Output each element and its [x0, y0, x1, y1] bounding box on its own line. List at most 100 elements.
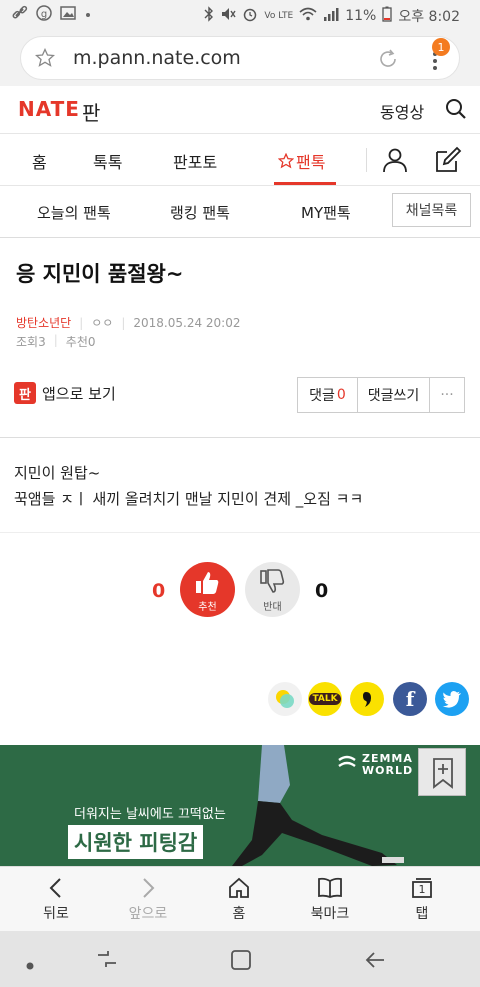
upvote-button[interactable]: 추천: [180, 562, 235, 617]
meta-divider: |: [53, 333, 58, 347]
search-icon[interactable]: [445, 98, 467, 124]
browser-toolbar: 뒤로 앞으로 홈 북마크 1 탭: [0, 866, 480, 931]
comment-button-group: 댓글 0 댓글쓰기 ···: [297, 377, 465, 413]
status-bar: g Vo LTE 11% 오후 8:02: [0, 0, 480, 30]
subtab-ranking[interactable]: 랭킹 팬톡: [170, 202, 230, 223]
menu-button[interactable]: 1: [428, 38, 450, 76]
views-stat: 조회3: [16, 333, 46, 350]
clock: 오후 8:02: [398, 9, 460, 25]
tab-home[interactable]: 홈: [32, 149, 47, 173]
address-field[interactable]: m.pann.nate.com: [20, 36, 460, 80]
forward-button[interactable]: 앞으로: [108, 867, 188, 932]
thumbs-up-icon: [196, 572, 219, 594]
status-right: Vo LTE 11% 오후 8:02: [204, 6, 460, 26]
nav-divider: [366, 148, 367, 172]
more-button[interactable]: ···: [430, 378, 464, 412]
signal-icon: [323, 6, 339, 26]
main-nav: 홈 톡톡 판포토 팬톡: [0, 134, 480, 186]
bookmarks-button[interactable]: 북마크: [290, 867, 370, 932]
notification-dot-icon: [84, 5, 92, 25]
banner-headline: 시원한 피팅감: [68, 825, 204, 859]
write-comment-button[interactable]: 댓글쓰기: [358, 378, 430, 412]
bluetooth-icon: [204, 6, 214, 26]
volte-label: Vo LTE: [264, 11, 294, 21]
bookmark-add-icon[interactable]: [418, 748, 466, 796]
battery-percent: 11%: [345, 8, 377, 24]
downvote-button[interactable]: 반대: [245, 562, 300, 617]
banner-subtitle: 더워지는 날씨에도 끄떡없는: [74, 807, 226, 822]
brand-line: WORLD: [362, 764, 414, 777]
subtab-today[interactable]: 오늘의 팬톡: [37, 202, 111, 223]
star-outline-icon: [278, 153, 294, 169]
link-icon: [12, 5, 28, 25]
post-category[interactable]: 방탄소년단: [16, 314, 71, 331]
meta-divider: |: [121, 315, 126, 330]
kakaotalk-share-icon[interactable]: TALK: [308, 682, 342, 716]
pann-app-icon: 판: [14, 382, 36, 404]
subtab-my[interactable]: MY팬톡: [301, 202, 351, 223]
tab-panphoto[interactable]: 판포토: [173, 149, 217, 173]
app-view-link[interactable]: 판 앱으로 보기: [14, 382, 116, 404]
recent-apps-icon[interactable]: [96, 949, 118, 973]
banner-brand: ZEMMA WORLD: [362, 753, 413, 777]
views-label: 조회: [16, 335, 39, 349]
ad-banner[interactable]: ZEMMA WORLD 더워지는 날씨에도 끄떡없는 시원한 피팅감: [0, 745, 480, 866]
home-icon: [229, 877, 249, 898]
channel-list-button[interactable]: 채널목록: [392, 193, 471, 227]
browser-url-bar: m.pann.nate.com 1: [0, 30, 480, 86]
wifi-icon: [299, 6, 317, 26]
g-app-icon: g: [36, 5, 52, 25]
facebook-label: f: [405, 687, 415, 711]
pann-logo[interactable]: 판: [82, 97, 100, 126]
post-stats: 조회3 | 추천0: [16, 333, 96, 350]
divider: [0, 437, 480, 438]
comments-count: 0: [336, 387, 346, 403]
dot-icon[interactable]: [26, 955, 34, 974]
sub-nav: 오늘의 팬톡 랭킹 팬톡 MY팬톡 채널목록: [0, 186, 480, 238]
write-icon[interactable]: [434, 146, 462, 178]
refresh-icon[interactable]: [377, 48, 399, 74]
upvote-count: 0: [152, 580, 166, 602]
kakaotalk-label: TALK: [309, 693, 341, 705]
views-count: 3: [38, 335, 46, 349]
star-icon[interactable]: [34, 47, 56, 72]
menu-badge: 1: [432, 38, 450, 56]
post-meta: 방탄소년단 | ㅇㅇ | 2018.05.24 20:02: [16, 314, 241, 331]
url-text[interactable]: m.pann.nate.com: [73, 47, 241, 69]
home-label: 홈: [232, 905, 246, 922]
video-link[interactable]: 동영상: [380, 99, 424, 123]
tab-toktok[interactable]: 톡톡: [93, 149, 122, 173]
user-icon[interactable]: [382, 147, 408, 177]
post-date: 2018.05.24 20:02: [133, 315, 241, 330]
upvote-label: 추천: [198, 602, 217, 613]
kakaostory-share-icon[interactable]: [268, 682, 302, 716]
home-nav-icon[interactable]: [230, 949, 252, 975]
twitter-share-icon[interactable]: [435, 682, 469, 716]
post-content: 지민이 원탑~ 꾹앰들 ㅈㅣ 새끼 올려치기 맨날 지민이 견제 _오짐 ㅋㅋ: [14, 460, 363, 512]
facebook-share-icon[interactable]: f: [393, 682, 427, 716]
tab-fantalk[interactable]: 팬톡: [278, 149, 325, 173]
divider: [0, 532, 480, 533]
tabs-label: 탭: [415, 905, 429, 922]
content-line: 지민이 원탑~: [14, 464, 101, 482]
comments-button[interactable]: 댓글 0: [298, 378, 358, 412]
comments-label: 댓글: [309, 388, 335, 404]
downvote-count: 0: [315, 580, 329, 602]
back-nav-icon[interactable]: [364, 949, 388, 975]
status-left-icons: g: [12, 5, 92, 25]
home-button[interactable]: 홈: [199, 867, 279, 932]
chevron-right-icon: [143, 877, 155, 898]
nate-logo[interactable]: NATE: [18, 97, 80, 121]
band-share-icon[interactable]: [350, 682, 384, 716]
battery-icon: [382, 6, 392, 26]
thumbs-down-icon: [260, 569, 285, 593]
recommend-count: 0: [87, 335, 96, 349]
tabs-icon: 1: [410, 877, 434, 899]
app-view-label: 앱으로 보기: [42, 384, 116, 403]
back-button[interactable]: 뒤로: [16, 867, 96, 932]
back-label: 뒤로: [43, 905, 69, 922]
content-line: 꾹앰들 ㅈㅣ 새끼 올려치기 맨날 지민이 견제 _오짐 ㅋㅋ: [14, 490, 364, 508]
tabs-button[interactable]: 1 탭: [382, 867, 462, 932]
alarm-icon: [242, 6, 258, 26]
meta-divider: |: [79, 315, 84, 330]
